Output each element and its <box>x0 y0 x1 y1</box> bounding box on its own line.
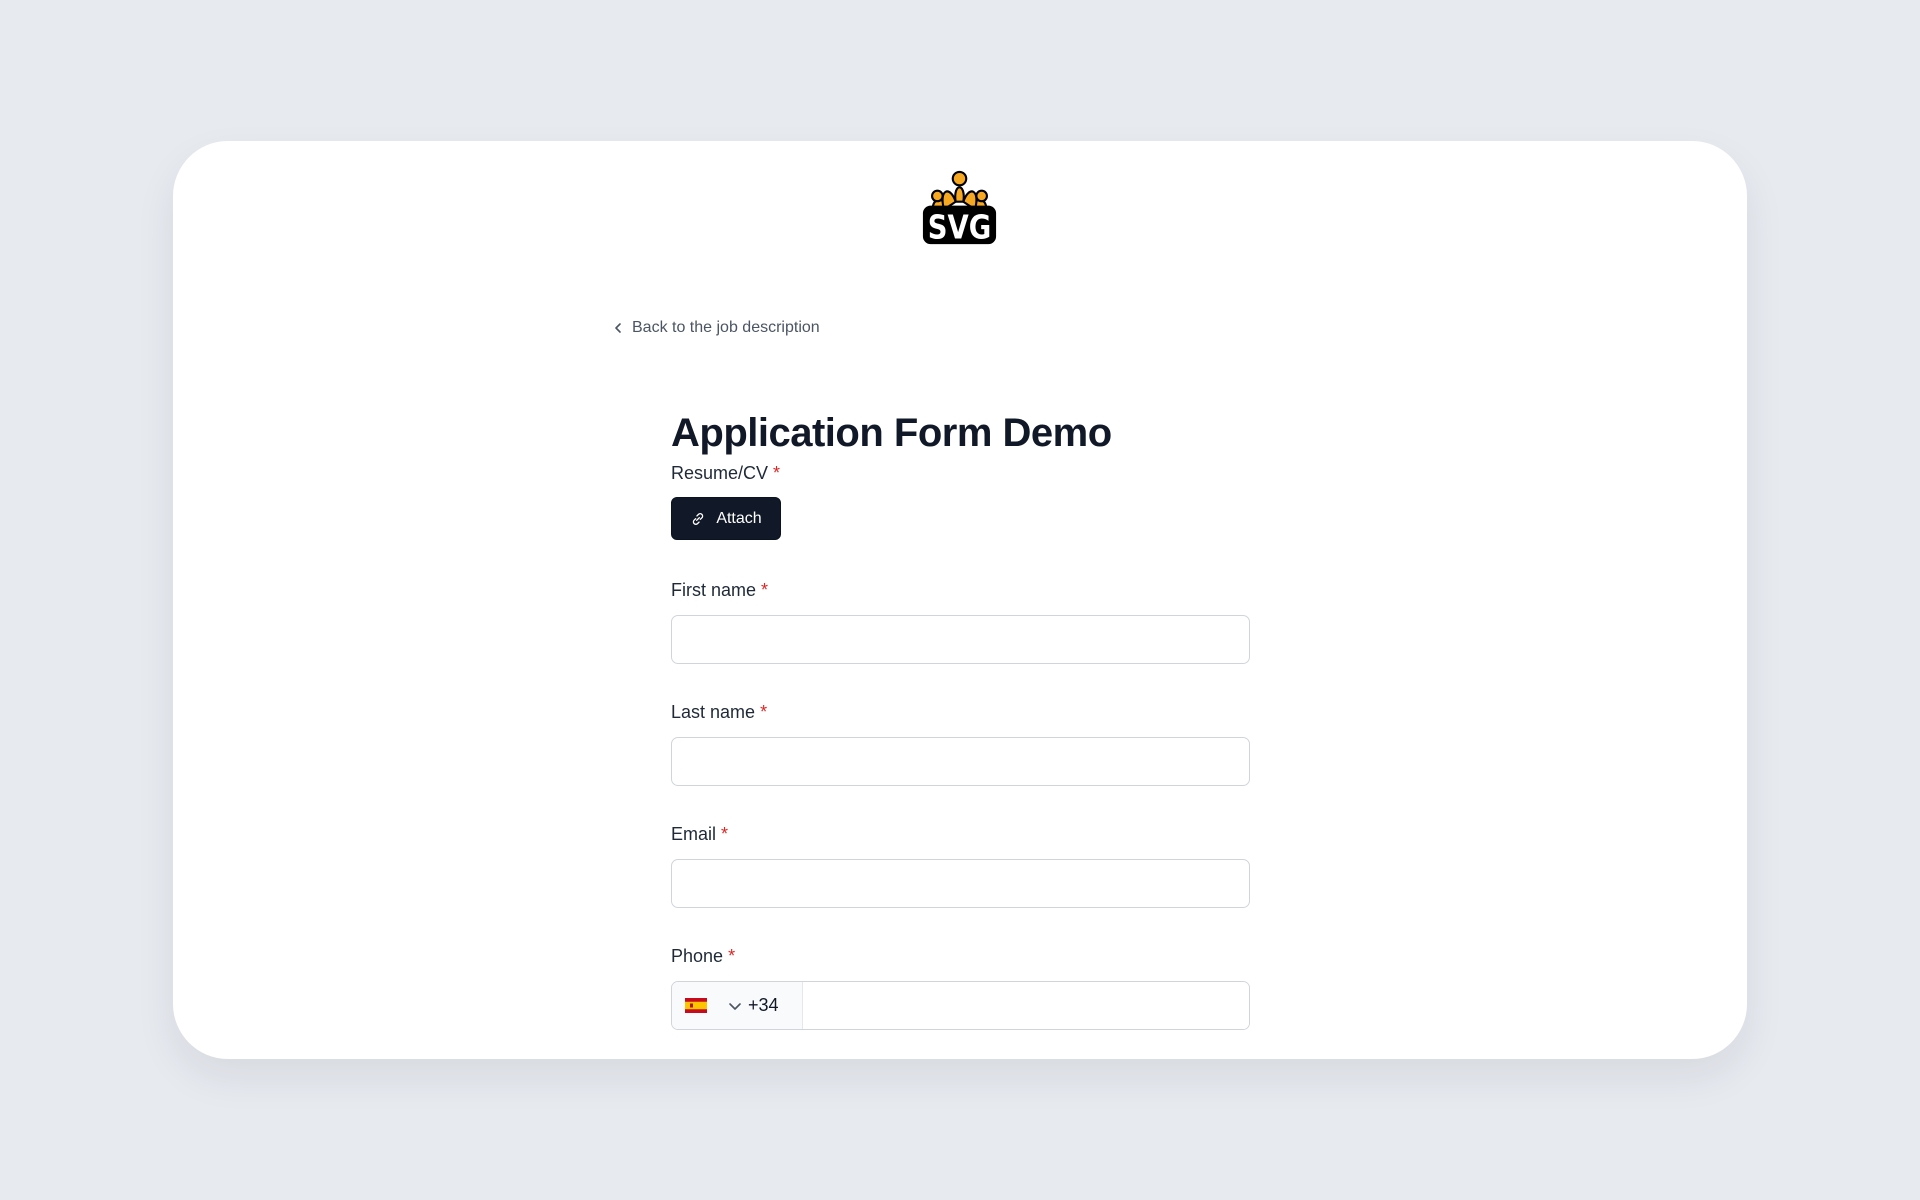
required-marker: * <box>728 946 736 966</box>
phone-number-input[interactable] <box>803 982 1249 1029</box>
svg-logo-text: SVG <box>928 208 992 246</box>
attach-button-label: Attach <box>716 509 762 527</box>
country-dial-code: +34 <box>748 995 779 1015</box>
email-label-text: Email <box>671 824 717 844</box>
back-to-job-link[interactable]: Back to the job description <box>612 319 820 337</box>
first-name-label: First name * <box>671 579 1250 601</box>
resume-label-text: Resume/CV <box>671 463 769 483</box>
spain-flag-icon <box>685 998 707 1013</box>
first-name-label-text: First name <box>671 580 757 600</box>
required-marker: * <box>773 463 781 483</box>
page-title: Application Form Demo <box>671 411 1112 455</box>
last-name-group: Last name * <box>671 701 1250 786</box>
chevron-down-icon <box>729 1002 741 1010</box>
first-name-group: First name * <box>671 579 1250 664</box>
email-label: Email * <box>671 823 1250 845</box>
required-marker: * <box>761 580 769 600</box>
phone-label: Phone * <box>671 945 1250 967</box>
attach-resume-button[interactable]: Attach <box>671 497 781 540</box>
last-name-label-text: Last name <box>671 702 756 722</box>
required-marker: * <box>760 702 768 722</box>
resume-label: Resume/CV * <box>671 462 1250 484</box>
required-marker: * <box>721 824 729 844</box>
application-card: SVG Back to the job description Applicat… <box>173 141 1747 1059</box>
first-name-input[interactable] <box>671 615 1250 664</box>
last-name-label: Last name * <box>671 701 1250 723</box>
phone-label-text: Phone <box>671 946 724 966</box>
svg-logo-icon: SVG <box>922 170 997 246</box>
last-name-input[interactable] <box>671 737 1250 786</box>
email-group: Email * <box>671 823 1250 908</box>
phone-field: +34 <box>671 981 1250 1030</box>
email-input[interactable] <box>671 859 1250 908</box>
chevron-left-icon <box>615 323 621 333</box>
paperclip-icon <box>693 512 704 525</box>
phone-group: Phone * +34 <box>671 945 1250 1030</box>
application-form: Application Form Demo Resume/CV * Attach… <box>671 409 1250 1030</box>
back-link-label: Back to the job description <box>632 319 820 336</box>
country-code-select[interactable]: +34 <box>672 982 803 1029</box>
